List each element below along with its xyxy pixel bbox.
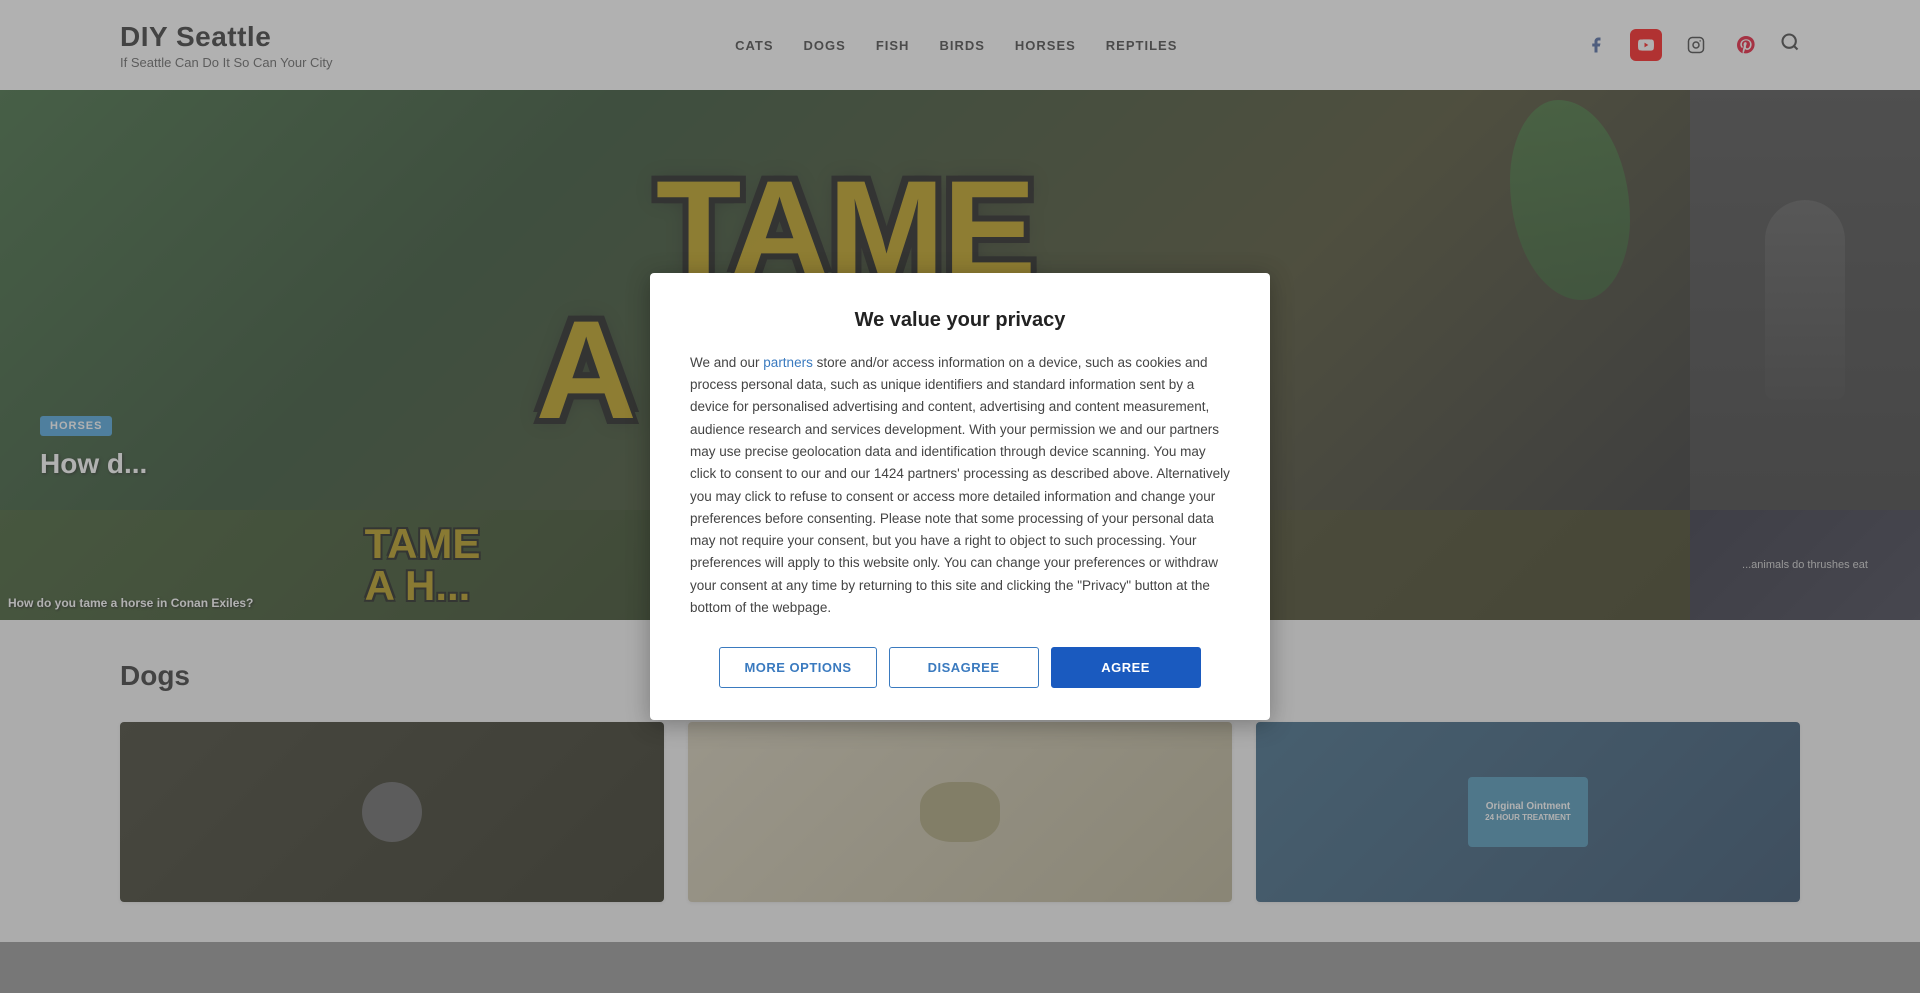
- modal-body-intro: We and our: [690, 355, 763, 370]
- more-options-button[interactable]: MORE OPTIONS: [719, 647, 876, 688]
- agree-button[interactable]: AGREE: [1051, 647, 1201, 688]
- privacy-modal: We value your privacy We and our partner…: [650, 273, 1270, 720]
- modal-title: We value your privacy: [690, 309, 1230, 332]
- partners-link[interactable]: partners: [763, 355, 813, 370]
- modal-buttons: MORE OPTIONS DISAGREE AGREE: [690, 647, 1230, 688]
- privacy-overlay: We value your privacy We and our partner…: [0, 0, 1920, 993]
- disagree-button[interactable]: DISAGREE: [889, 647, 1039, 688]
- modal-body-text: store and/or access information on a dev…: [690, 355, 1230, 615]
- modal-body: We and our partners store and/or access …: [690, 352, 1230, 619]
